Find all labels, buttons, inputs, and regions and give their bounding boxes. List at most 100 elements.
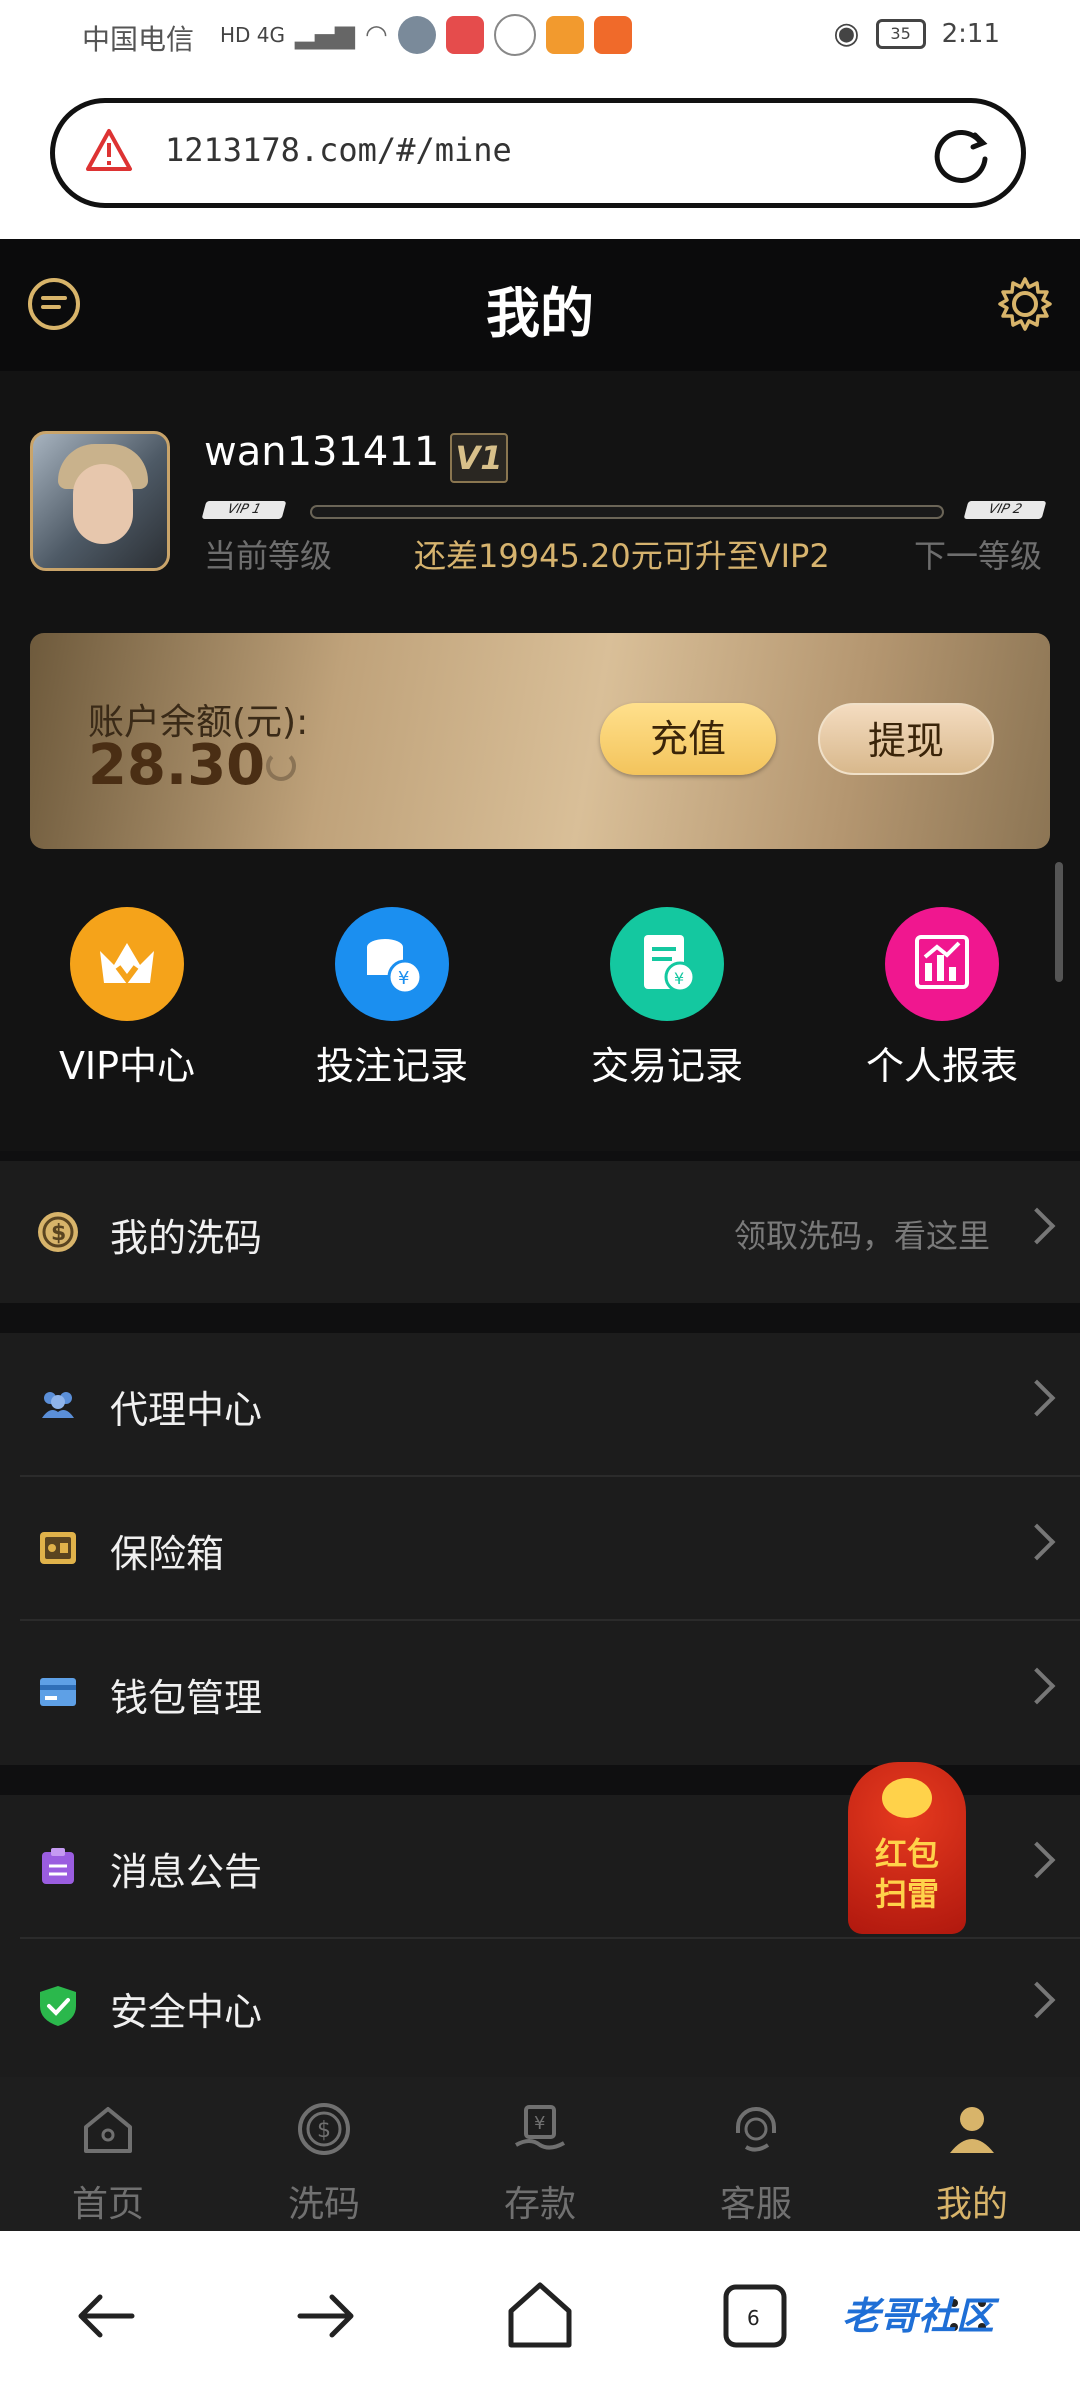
tab-support[interactable]: 客服 xyxy=(648,2077,864,2231)
red-envelope-float[interactable]: 红包扫雷 xyxy=(848,1762,966,1934)
watermark-logo: 老哥社区 xyxy=(842,2294,995,2338)
reload-icon[interactable] xyxy=(931,125,993,187)
support-icon xyxy=(736,2107,776,2152)
status-right: ◉ 35 2:11 xyxy=(833,16,1000,51)
chevron-right-icon xyxy=(1018,1379,1056,1417)
page-title: 我的 xyxy=(486,282,594,345)
tab-deposit[interactable]: ¥ 存款 xyxy=(432,2077,648,2231)
chevron-right-icon xyxy=(1018,1207,1056,1245)
chevron-right-icon xyxy=(1018,1523,1056,1561)
quick-action-label: VIP中心 xyxy=(58,1044,196,1088)
bottom-nav: 首页 $ 洗码 ¥ 存款 客服 我的 xyxy=(0,2077,1080,2231)
wechat-icon xyxy=(493,14,536,56)
video-app-icon xyxy=(545,16,584,54)
quick-action-transaction-records[interactable]: ¥ 交易记录 xyxy=(567,907,767,1090)
svg-text:6: 6 xyxy=(747,2306,760,2330)
menu-item-safe-box[interactable]: 保险箱 xyxy=(0,1477,1080,1619)
deposit-icon: ¥ xyxy=(515,2105,565,2150)
tab-label: 洗码 xyxy=(287,2184,360,2225)
eye-icon: ◉ xyxy=(833,16,860,51)
clipboard-icon xyxy=(42,1848,74,1884)
chevron-right-icon xyxy=(1018,1667,1056,1705)
menu-group-account: 代理中心 保险箱 钱包管理 xyxy=(0,1333,1080,1765)
vip-progress-bar xyxy=(310,505,944,519)
back-arrow-icon[interactable] xyxy=(72,2281,142,2351)
tab-label: 客服 xyxy=(719,2184,792,2225)
huawei-app-icon xyxy=(445,16,484,54)
menu-item-label: 保险箱 xyxy=(110,1532,225,1576)
page-header: 我的 xyxy=(0,239,1080,371)
tab-label: 我的 xyxy=(935,2184,1008,2225)
menu-item-hint: 领取洗码，看这里 xyxy=(733,1217,990,1255)
clock: 2:11 xyxy=(941,18,1000,49)
tab-rebate[interactable]: $ 洗码 xyxy=(216,2077,432,2231)
wallet-card-icon xyxy=(40,1678,76,1706)
profile-section: wan131411 V1 VIP 1 VIP 2 当前等级 还差19945.20… xyxy=(0,371,1080,1151)
svg-text:¥: ¥ xyxy=(398,968,409,989)
withdraw-button[interactable]: 提现 xyxy=(818,703,994,775)
balance-amount: 28.30 xyxy=(88,733,266,798)
warning-icon xyxy=(86,129,132,171)
quick-action-bet-records[interactable]: ¥ 投注记录 xyxy=(292,907,492,1090)
menu-item-wallet-management[interactable]: 钱包管理 xyxy=(0,1621,1080,1763)
svg-text:¥: ¥ xyxy=(534,2113,545,2134)
avatar[interactable] xyxy=(30,431,170,571)
tab-label: 首页 xyxy=(71,2184,144,2225)
vip-level-badge: V1 xyxy=(450,433,508,483)
balance-card: 账户余额(元): 28.30 充值 提现 xyxy=(30,633,1050,849)
scrollbar-thumb[interactable] xyxy=(1055,862,1063,982)
home-icon xyxy=(84,2107,132,2153)
chevron-right-icon xyxy=(1018,1981,1056,2019)
receipt-icon: ¥ xyxy=(610,907,724,1021)
users-icon xyxy=(42,1392,74,1418)
browser-toolbar: 1213178.com/#/mine xyxy=(0,84,1080,239)
coin-icon xyxy=(882,1778,932,1818)
shield-check-icon xyxy=(40,1986,76,2026)
wifi-icon: ◠ xyxy=(365,20,388,50)
signal-icon: ▂▄▆ xyxy=(295,20,356,50)
app-avatar-icon xyxy=(397,16,436,54)
tab-mine[interactable]: 我的 xyxy=(864,2077,1080,2231)
status-bar: 中国电信 HD 4G ▂▄▆ ◠ ◉ 35 2:11 xyxy=(0,0,1080,84)
svg-text:$: $ xyxy=(317,2118,331,2143)
quick-action-personal-report[interactable]: 个人报表 xyxy=(842,907,1042,1090)
battery-icon: 35 xyxy=(875,18,926,49)
quick-action-label: 个人报表 xyxy=(865,1044,1018,1088)
browser-app-icon xyxy=(593,16,632,54)
quick-action-vip-center[interactable]: VIP中心 xyxy=(27,907,227,1090)
carrier-label: 中国电信 xyxy=(82,23,195,56)
status-icons: HD 4G ▂▄▆ ◠ xyxy=(220,14,632,56)
menu-item-label: 安全中心 xyxy=(110,1990,263,2034)
tabs-switcher-icon[interactable]: 6 xyxy=(722,2283,788,2349)
menu-group-rebate: $ 我的洗码 领取洗码，看这里 xyxy=(0,1161,1080,1303)
quick-action-label: 投注记录 xyxy=(315,1044,468,1088)
next-level-label: 下一等级 xyxy=(914,537,1043,575)
rebate-coin-icon: $ xyxy=(38,1212,78,1252)
system-nav-bar: 6 老哥社区 xyxy=(0,2231,1080,2400)
tab-label: 存款 xyxy=(503,2184,576,2225)
user-icon xyxy=(950,2107,994,2153)
address-bar[interactable]: 1213178.com/#/mine xyxy=(50,98,1026,208)
url-text[interactable]: 1213178.com/#/mine xyxy=(165,131,512,169)
vip-crown-icon xyxy=(70,907,184,1021)
coins-stack-icon: ¥ xyxy=(335,907,449,1021)
home-nav-icon[interactable] xyxy=(505,2277,575,2351)
gear-icon[interactable] xyxy=(996,275,1054,333)
rebate-coin-icon: $ xyxy=(298,2103,350,2155)
menu-item-my-rebate[interactable]: $ 我的洗码 领取洗码，看这里 xyxy=(0,1161,1080,1303)
quick-action-label: 交易记录 xyxy=(590,1044,743,1088)
recharge-button[interactable]: 充值 xyxy=(600,703,776,775)
vip-next-tag: VIP 2 xyxy=(963,501,1047,519)
forward-arrow-icon[interactable] xyxy=(290,2281,360,2351)
refresh-balance-icon[interactable] xyxy=(266,751,296,781)
network-label: HD 4G xyxy=(220,23,286,47)
tab-home[interactable]: 首页 xyxy=(0,2077,216,2231)
menu-item-label: 消息公告 xyxy=(110,1850,263,1894)
vip-current-tag: VIP 1 xyxy=(201,501,287,519)
chevron-right-icon xyxy=(1018,1841,1056,1879)
menu-item-security-center[interactable]: 安全中心 xyxy=(0,1935,1080,2077)
svg-text:¥: ¥ xyxy=(674,969,684,988)
current-level-label: 当前等级 xyxy=(204,537,333,575)
menu-item-label: 钱包管理 xyxy=(110,1676,263,1720)
menu-item-agent-center[interactable]: 代理中心 xyxy=(0,1333,1080,1475)
